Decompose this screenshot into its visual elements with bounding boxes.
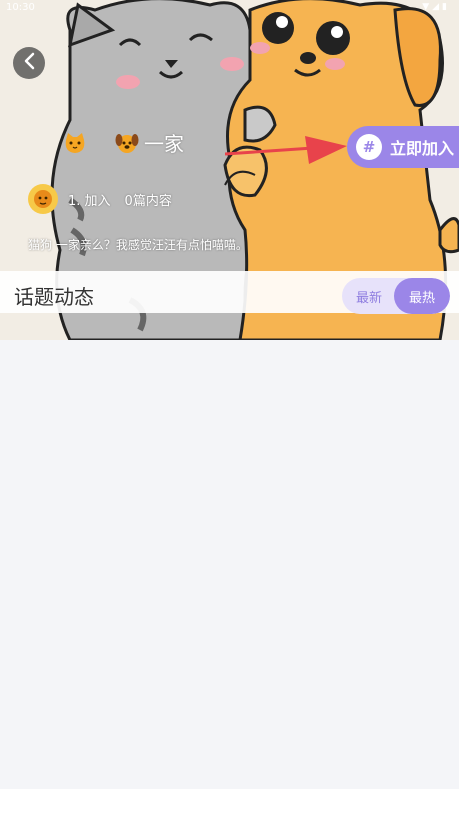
status-icons: ▼ ◢ ▮	[422, 2, 447, 12]
tab-newest[interactable]: 最新	[342, 278, 396, 314]
back-arrow-icon	[22, 52, 36, 74]
topic-stats: 1. 加入 0篇内容	[28, 184, 172, 214]
topic-title-text: 一家	[144, 132, 184, 156]
section-header: 话题动态 最新 最热	[0, 271, 459, 314]
wifi-icon: ▼	[422, 2, 430, 12]
join-now-label: 立即加入	[390, 139, 455, 158]
cat-emoji-icon	[62, 130, 88, 156]
joined-count: 1. 加入	[68, 193, 111, 209]
red-arrow-annotation	[225, 136, 347, 164]
status-time: 10:30	[6, 2, 35, 13]
tab-hottest[interactable]: 最热	[394, 278, 450, 314]
avatar-icon	[28, 184, 58, 214]
post-list-area	[0, 340, 459, 789]
battery-icon: ▮	[442, 2, 447, 12]
topic-title: 一家	[62, 128, 184, 157]
back-button[interactable]	[13, 47, 45, 79]
signal-icon: ◢	[432, 2, 440, 12]
sort-toggle: 最新 最热	[342, 278, 450, 314]
dog-emoji-icon	[114, 130, 140, 156]
status-bar: 10:30 ▼ ◢ ▮	[0, 0, 459, 16]
topic-description: 猫狗 一家亲么？我感觉汪汪有点怕喵喵。	[28, 238, 248, 252]
post-count: 0篇内容	[124, 193, 172, 209]
join-now-button[interactable]: # 立即加入	[347, 126, 459, 168]
hashtag-icon: #	[356, 134, 382, 160]
section-title: 话题动态	[14, 285, 94, 309]
